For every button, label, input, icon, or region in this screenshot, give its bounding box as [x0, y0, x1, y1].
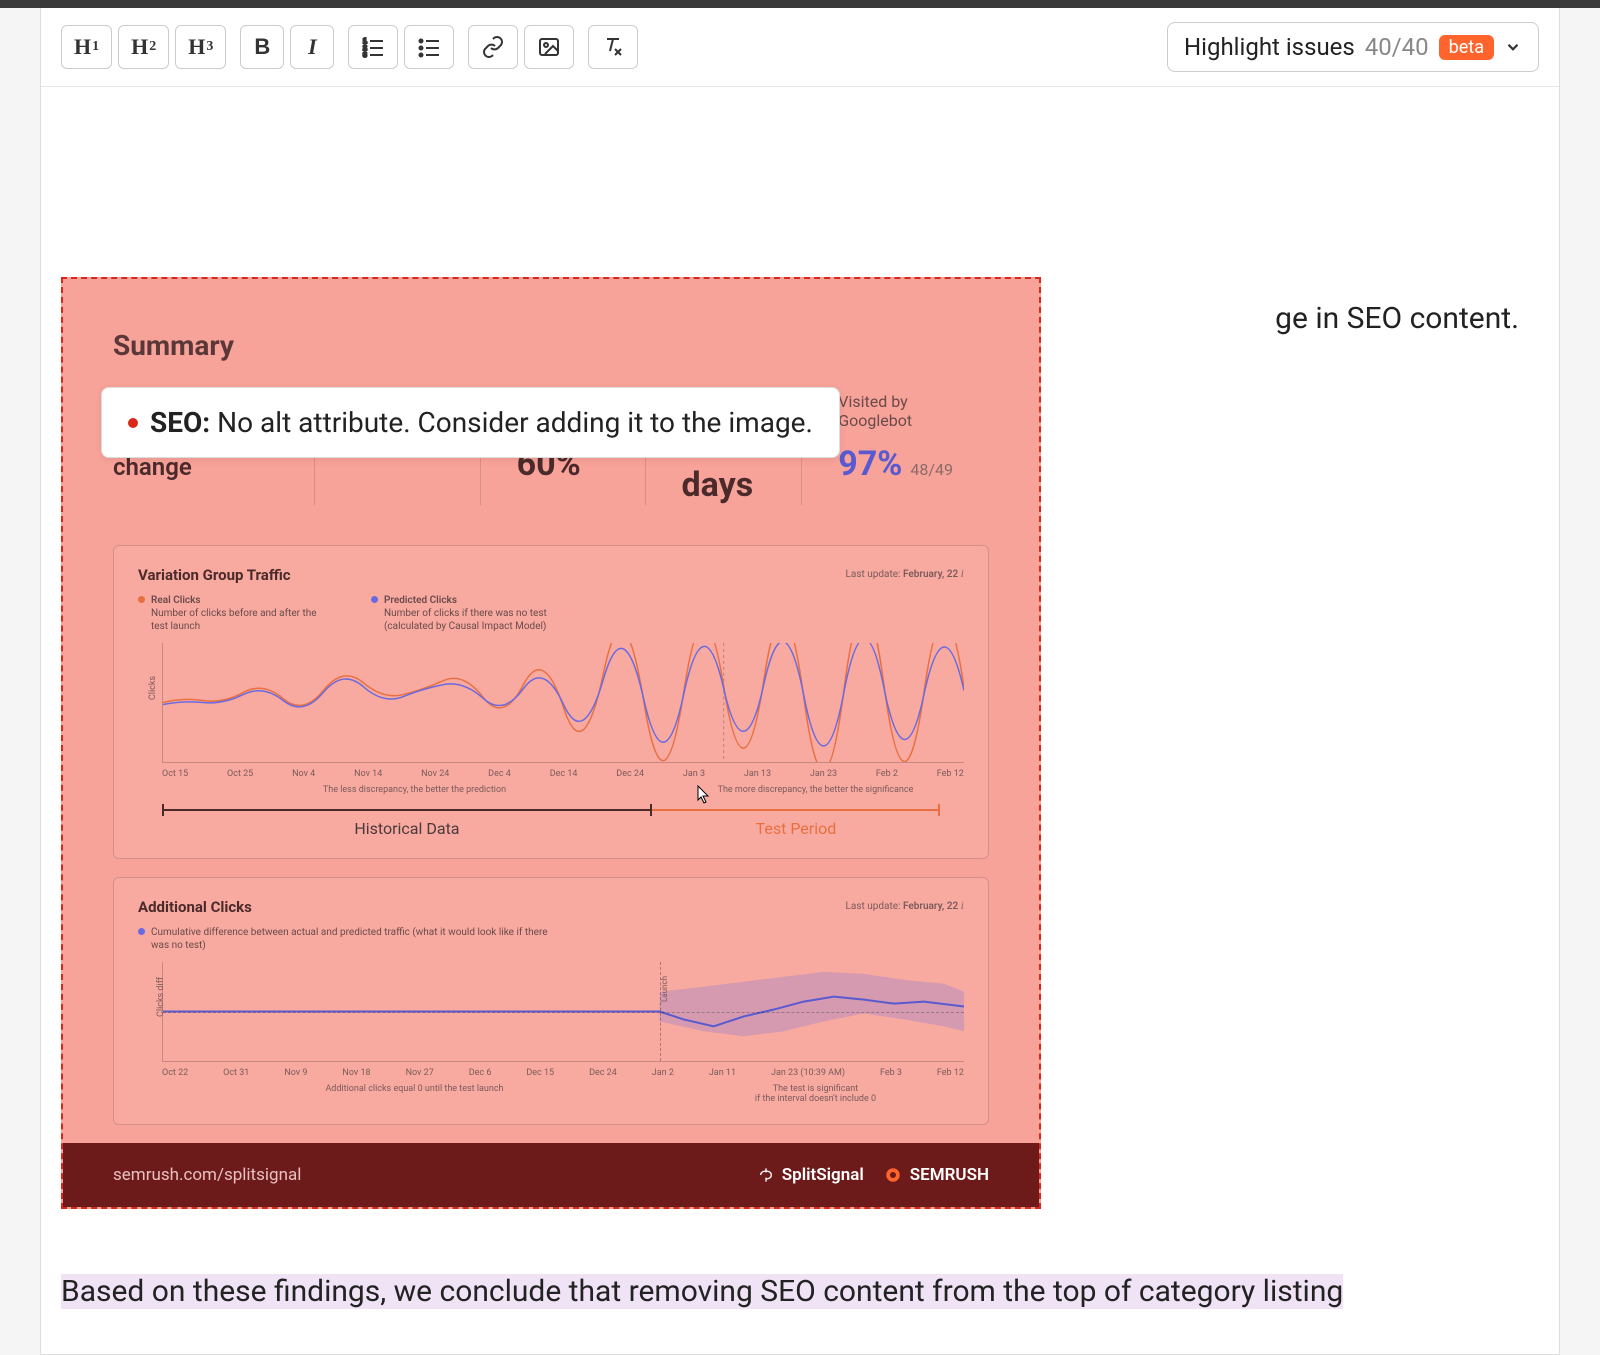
- body-paragraph: Based on these findings, we conclude tha…: [61, 1269, 1539, 1314]
- legend-dot-predicted: [371, 596, 378, 603]
- chart-variation-traffic: Last update: February, 22 i Variation Gr…: [113, 545, 989, 859]
- last-update: Last update: February, 22 i: [846, 566, 964, 581]
- chevron-down-icon: [1504, 38, 1522, 56]
- chart2-helper: Additional clicks equal 0 until the test…: [162, 1084, 964, 1104]
- heading-group: H1 H2 H3: [61, 25, 226, 69]
- chart2-title: Additional Clicks: [138, 898, 964, 916]
- summary-title: Summary: [113, 329, 989, 362]
- semrush-brand: SEMRUSH: [884, 1165, 989, 1185]
- unordered-list-icon: [417, 35, 441, 59]
- legend-dot-real: [138, 596, 145, 603]
- clear-group: [588, 25, 638, 69]
- chart-additional-clicks: Last update: February, 22 i Additional C…: [113, 877, 989, 1125]
- clear-format-icon: [601, 35, 625, 59]
- h2-button[interactable]: H2: [118, 25, 169, 69]
- tooltip-text: SEO: No alt attribute. Consider adding i…: [150, 406, 813, 439]
- googlebot-label: Visited by Googlebot: [838, 392, 953, 430]
- format-group: B I: [240, 25, 334, 69]
- legend-dot-cumulative: [138, 928, 145, 935]
- beta-badge: beta: [1439, 35, 1494, 60]
- cursor-icon: [697, 785, 711, 805]
- footer-url: semrush.com/splitsignal: [113, 1165, 738, 1185]
- link-icon: [481, 35, 505, 59]
- chart2-plot: Clicks diff Launch: [162, 962, 964, 1062]
- list-group: 123: [348, 25, 454, 69]
- issue-severity-dot: [128, 418, 138, 428]
- chart1-svg: [163, 643, 964, 762]
- chart2-legend: Cumulative difference between actual and…: [138, 926, 964, 952]
- window-top-bar: [0, 0, 1600, 8]
- range-labels: Historical Data Test Period: [162, 819, 940, 838]
- partial-paragraph-text: ge in SEO content.: [1275, 301, 1519, 336]
- splitsignal-icon: [758, 1167, 774, 1183]
- italic-button[interactable]: I: [290, 25, 334, 69]
- ordered-list-button[interactable]: 123: [348, 25, 398, 69]
- chart1-legend: Real ClicksNumber of clicks before and a…: [138, 594, 964, 633]
- chart1-title: Variation Group Traffic: [138, 566, 964, 584]
- image-button[interactable]: [524, 25, 574, 69]
- ordered-list-icon: 123: [361, 35, 385, 59]
- unordered-list-button[interactable]: [404, 25, 454, 69]
- chart1-x-ticks: Oct 15Oct 25Nov 4Nov 14Nov 24Dec 4Dec 14…: [162, 769, 964, 779]
- editor-content[interactable]: ge in SEO content. SEO: No alt attribute…: [41, 277, 1559, 1354]
- editor-toolbar: H1 H2 H3 B I 123: [41, 8, 1559, 87]
- chart1-helper: The less discrepancy, the better the pre…: [162, 785, 964, 795]
- semrush-icon: [884, 1166, 902, 1184]
- highlight-issues-dropdown[interactable]: Highlight issues 40/40 beta: [1167, 22, 1539, 72]
- splitsignal-brand: SplitSignal: [758, 1165, 864, 1185]
- image-footer: semrush.com/splitsignal SplitSignal SEMR…: [63, 1143, 1039, 1207]
- bold-button[interactable]: B: [240, 25, 284, 69]
- svg-text:3: 3: [363, 52, 367, 59]
- h1-button[interactable]: H1: [61, 25, 112, 69]
- link-button[interactable]: [468, 25, 518, 69]
- issues-count: 40/40: [1365, 33, 1429, 61]
- seo-issue-tooltip: SEO: No alt attribute. Consider adding i…: [101, 387, 840, 458]
- insert-group: [468, 25, 574, 69]
- h3-button[interactable]: H3: [175, 25, 226, 69]
- issues-label: Highlight issues: [1184, 33, 1355, 61]
- chart2-x-ticks: Oct 22Oct 31Nov 9Nov 18Nov 27Dec 6Dec 15…: [162, 1068, 964, 1078]
- range-bar: [162, 809, 940, 811]
- last-update-2: Last update: February, 22 i: [846, 898, 964, 913]
- clear-format-button[interactable]: [588, 25, 638, 69]
- chart1-plot: Clicks: [162, 643, 964, 763]
- image-icon: [537, 35, 561, 59]
- svg-text:2: 2: [363, 45, 367, 52]
- googlebot-value: 97%48/49: [838, 444, 953, 484]
- svg-text:1: 1: [363, 38, 367, 45]
- editor-frame: H1 H2 H3 B I 123: [40, 8, 1560, 1355]
